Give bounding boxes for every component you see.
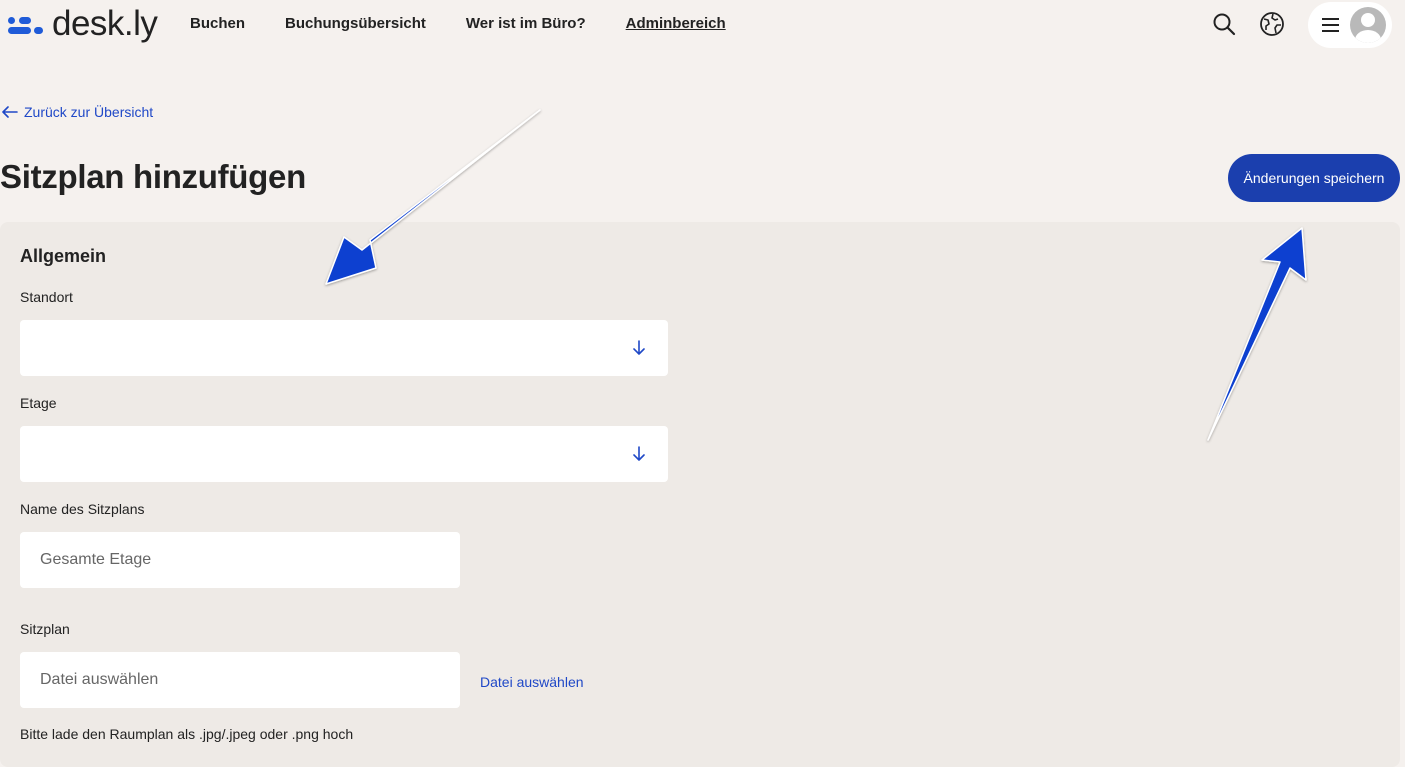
arrow-down-icon [633, 340, 645, 355]
avatar-icon [1350, 7, 1386, 43]
nav-item-adminbereich[interactable]: Adminbereich [626, 15, 726, 32]
location-select[interactable] [20, 320, 668, 376]
logo[interactable]: desk.ly [8, 4, 158, 44]
hamburger-menu-icon [1322, 18, 1339, 32]
save-changes-button[interactable]: Änderungen speichern [1228, 154, 1400, 202]
logo-text: desk.ly [52, 4, 158, 43]
nav-item-wer-ist-im-buero[interactable]: Wer ist im Büro? [466, 15, 586, 32]
globe-icon[interactable] [1258, 10, 1286, 38]
plan-name-input[interactable] [20, 532, 460, 588]
back-link-label: Zurück zur Übersicht [24, 104, 154, 120]
arrow-down-icon [633, 446, 645, 461]
main-nav: Buchen Buchungsübersicht Wer ist im Büro… [190, 15, 726, 32]
section-title: Allgemein [20, 246, 107, 266]
top-navigation: desk.ly Buchen Buchungsübersicht Wer ist… [0, 0, 1405, 50]
location-label: Standort [20, 289, 73, 305]
general-form-card: Allgemein Standort Etage Name des Sitzpl… [0, 222, 1400, 767]
floor-label: Etage [20, 395, 57, 411]
logo-mark-icon [8, 14, 46, 34]
back-link[interactable]: Zurück zur Übersicht [2, 104, 153, 120]
search-icon[interactable] [1210, 10, 1238, 38]
nav-item-buchen[interactable]: Buchen [190, 15, 245, 32]
choose-file-link[interactable]: Datei auswählen [480, 674, 584, 690]
plan-name-label: Name des Sitzplans [20, 501, 145, 517]
nav-icon-group [1210, 10, 1286, 38]
user-menu-button[interactable] [1308, 2, 1392, 48]
arrow-left-icon [2, 106, 18, 118]
seat-plan-file-input[interactable] [20, 652, 460, 708]
seat-plan-label: Sitzplan [20, 621, 70, 637]
nav-item-buchungsuebersicht[interactable]: Buchungsübersicht [285, 15, 426, 32]
page: desk.ly Buchen Buchungsübersicht Wer ist… [0, 0, 1405, 767]
floor-select[interactable] [20, 426, 668, 482]
file-format-hint: Bitte lade den Raumplan als .jpg/.jpeg o… [20, 726, 354, 742]
page-title: Sitzplan hinzufügen [0, 158, 306, 195]
